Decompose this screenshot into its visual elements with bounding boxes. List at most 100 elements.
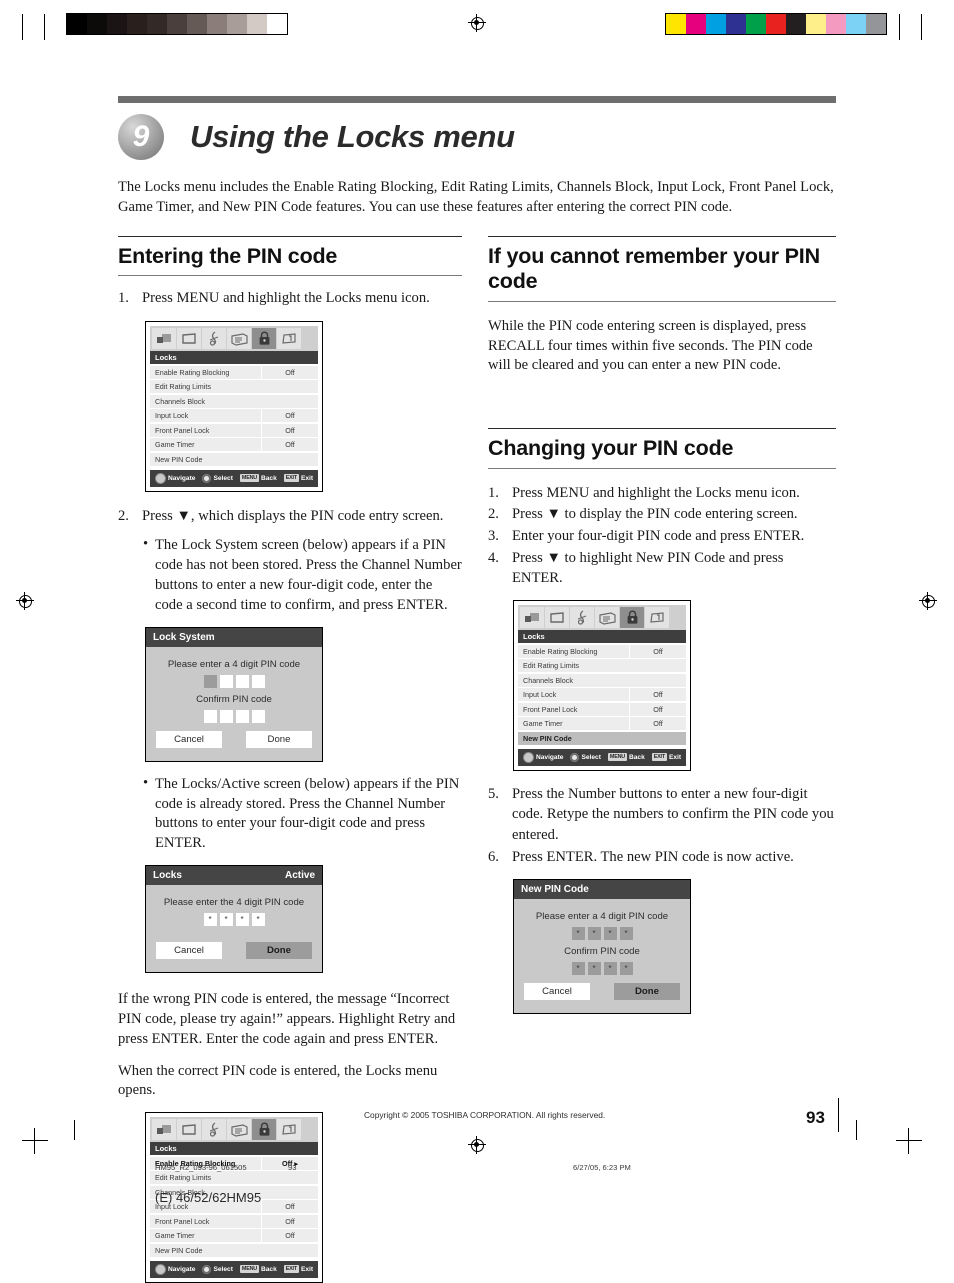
- figure-locks-active-dialog: Locks Active Please enter the 4 digit PI…: [145, 865, 323, 974]
- picture-icon[interactable]: [152, 1119, 176, 1141]
- osd-menu-row[interactable]: Game Timer Off: [150, 438, 318, 452]
- section-rule-bottom: [118, 275, 462, 277]
- pin-digit-box[interactable]: *: [219, 913, 233, 927]
- pin-digit-box[interactable]: *: [587, 961, 601, 975]
- osd-row-value: Off: [262, 365, 318, 379]
- setup-icon[interactable]: [227, 1119, 251, 1141]
- cancel-button[interactable]: Cancel: [156, 730, 222, 748]
- osd-row-value: Off: [262, 1200, 318, 1214]
- audio-icon[interactable]: [202, 328, 226, 350]
- cancel-button[interactable]: Cancel: [524, 982, 590, 1000]
- osd-menu-row[interactable]: Front Panel Lock Off: [150, 1214, 318, 1228]
- osd-menu-title: Locks: [150, 351, 318, 365]
- osd-menu-row[interactable]: Input Lock Off: [518, 688, 686, 702]
- lock-icon[interactable]: [252, 328, 276, 350]
- enter-button-icon: [570, 752, 580, 762]
- info-icon[interactable]: [277, 328, 301, 350]
- dialog-buttons: Cancel Done: [146, 942, 322, 960]
- pin-digit-box[interactable]: [251, 709, 265, 723]
- picture-icon[interactable]: [152, 328, 176, 350]
- pin-entry-row-1[interactable]: * * * *: [514, 926, 690, 940]
- osd-menu-row[interactable]: Game Timer Off: [150, 1229, 318, 1243]
- audio-icon[interactable]: [202, 1119, 226, 1141]
- audio-icon[interactable]: [570, 607, 594, 629]
- lock-icon[interactable]: [252, 1119, 276, 1141]
- osd-row-label: New PIN Code: [150, 452, 318, 466]
- copyright-notice: Copyright © 2005 TOSHIBA CORPORATION. Al…: [364, 1110, 606, 1120]
- back-label: Back: [260, 1265, 277, 1273]
- changing-pin-steps-1: 1. Press MENU and highlight the Locks men…: [488, 483, 836, 590]
- pin-entry-row-1[interactable]: [146, 674, 322, 688]
- osd-menu-row[interactable]: Enable Rating Blocking Off: [518, 644, 686, 658]
- chapter-number-badge: 9: [118, 114, 164, 160]
- navigate-hint: Navigate: [522, 751, 563, 763]
- osd-menu-row[interactable]: Edit Rating Limits: [150, 1171, 318, 1185]
- info-icon[interactable]: [645, 607, 669, 629]
- dialog-title-text: Lock System: [153, 631, 215, 643]
- osd-menu-row[interactable]: Edit Rating Limits: [150, 380, 318, 394]
- pin-digit-box[interactable]: [203, 709, 217, 723]
- osd-menu-row[interactable]: Channels Block: [150, 394, 318, 408]
- cancel-button[interactable]: Cancel: [156, 942, 222, 960]
- lock-icon[interactable]: [620, 607, 644, 629]
- osd-row-value: Off: [262, 423, 318, 437]
- info-icon[interactable]: [277, 1119, 301, 1141]
- osd-menu-row[interactable]: Enable Rating Blocking Off: [150, 365, 318, 379]
- menu-key-icon: MENU: [239, 474, 259, 483]
- pin-digit-box[interactable]: *: [619, 926, 633, 940]
- osd-row-label: New PIN Code: [150, 1243, 318, 1257]
- setup-icon[interactable]: [595, 607, 619, 629]
- back-label: Back: [260, 474, 277, 482]
- section-rule-bottom-r1: [488, 300, 836, 302]
- osd-menu-row[interactable]: Input Lock Off: [150, 409, 318, 423]
- pin-entry-row-1[interactable]: * * * *: [146, 913, 322, 927]
- pin-digit-box[interactable]: *: [203, 913, 217, 927]
- osd-menu-row[interactable]: New PIN Code: [518, 731, 686, 745]
- pin-digit-box[interactable]: [203, 674, 217, 688]
- pin-digit-box[interactable]: *: [571, 961, 585, 975]
- done-button[interactable]: Done: [246, 942, 312, 960]
- pin-digit-box[interactable]: *: [587, 926, 601, 940]
- done-button[interactable]: Done: [246, 730, 312, 748]
- pin-digit-box[interactable]: [219, 709, 233, 723]
- section-title-entering-pin: Entering the PIN code: [118, 244, 338, 268]
- pin-digit-box[interactable]: [251, 674, 265, 688]
- setup-icon[interactable]: [227, 328, 251, 350]
- pin-digit-box[interactable]: *: [619, 961, 633, 975]
- osd-menu-row[interactable]: Edit Rating Limits: [518, 659, 686, 673]
- screen-icon[interactable]: [545, 607, 569, 629]
- list-item: 1. Press MENU and highlight the Locks men…: [488, 483, 836, 504]
- pin-entry-row-2[interactable]: * * * *: [514, 961, 690, 975]
- step-text: Press the Number buttons to enter a new …: [512, 785, 834, 844]
- entering-pin-steps: 1. Press MENU and highlight the Locks me…: [118, 288, 462, 309]
- exit-hint: EXIT Exit: [283, 474, 313, 483]
- pin-digit-box[interactable]: [235, 674, 249, 688]
- osd-menu-row[interactable]: New PIN Code: [150, 1243, 318, 1257]
- osd-menu-row[interactable]: Front Panel Lock Off: [150, 423, 318, 437]
- pin-digit-box[interactable]: [235, 709, 249, 723]
- osd-row-label: Edit Rating Limits: [150, 1171, 318, 1185]
- osd-row-label: Edit Rating Limits: [518, 659, 686, 673]
- pin-digit-box[interactable]: *: [603, 961, 617, 975]
- osd-menu-row[interactable]: Front Panel Lock Off: [518, 702, 686, 716]
- pin-digit-box[interactable]: *: [251, 913, 265, 927]
- figure-locks-menu-1: Locks Enable Rating Blocking Off Edit Rati…: [145, 321, 323, 492]
- osd-menu-row[interactable]: New PIN Code: [150, 452, 318, 466]
- pin-digit-box[interactable]: *: [603, 926, 617, 940]
- pin-digit-box[interactable]: *: [235, 913, 249, 927]
- screen-icon[interactable]: [177, 1119, 201, 1141]
- osd-icon-tabs: [150, 1117, 318, 1143]
- osd-row-label: Game Timer: [150, 438, 261, 452]
- osd-menu-row[interactable]: Game Timer Off: [518, 717, 686, 731]
- osd-menu-row[interactable]: Channels Block: [518, 673, 686, 687]
- menu-key-icon: MENU: [607, 753, 627, 762]
- osd-row-label: Enable Rating Blocking: [518, 644, 629, 658]
- pin-digit-box[interactable]: [219, 674, 233, 688]
- osd-row-label: New PIN Code: [518, 731, 686, 745]
- manual-page: 9 Using the Locks menu The Locks menu in…: [0, 0, 954, 1283]
- picture-icon[interactable]: [520, 607, 544, 629]
- pin-digit-box[interactable]: *: [571, 926, 585, 940]
- done-button[interactable]: Done: [614, 982, 680, 1000]
- pin-entry-row-2[interactable]: [146, 709, 322, 723]
- screen-icon[interactable]: [177, 328, 201, 350]
